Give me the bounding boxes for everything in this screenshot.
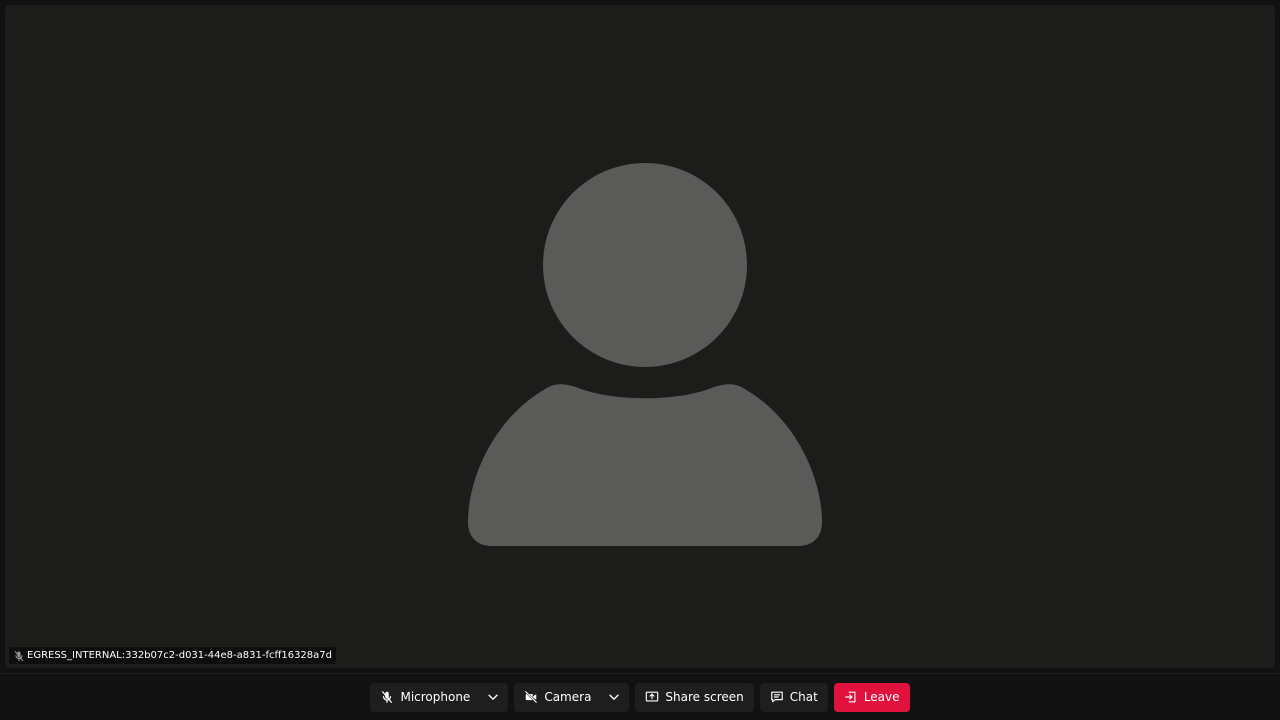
leave-icon [844, 690, 858, 704]
camera-off-icon [524, 690, 538, 704]
camera-label: Camera [544, 690, 592, 704]
control-bar: Microphone Camera Share screen Chat Leav… [0, 673, 1280, 720]
microphone-button[interactable]: Microphone [370, 682, 481, 712]
leave-label: Leave [863, 690, 900, 704]
camera-control-group: Camera [514, 682, 630, 712]
microphone-label: Microphone [400, 690, 471, 704]
person-placeholder-icon [468, 163, 822, 546]
chevron-down-icon [607, 690, 621, 704]
share-screen-button[interactable]: Share screen [635, 682, 754, 712]
chat-label: Chat [789, 690, 818, 704]
camera-device-menu-button[interactable] [601, 682, 630, 712]
mic-muted-icon [380, 690, 394, 704]
participant-identity: EGRESS_INTERNAL:332b07c2-d031-44e8-a831-… [27, 650, 332, 661]
participant-tile: EGRESS_INTERNAL:332b07c2-d031-44e8-a831-… [5, 5, 1275, 668]
participant-name-label: EGRESS_INTERNAL:332b07c2-d031-44e8-a831-… [9, 647, 336, 664]
camera-button[interactable]: Camera [514, 682, 602, 712]
chat-button[interactable]: Chat [759, 682, 828, 712]
microphone-control-group: Microphone [370, 682, 509, 712]
microphone-device-menu-button[interactable] [480, 682, 509, 712]
share-screen-icon [645, 690, 659, 704]
mic-muted-icon [13, 650, 25, 662]
share-screen-label: Share screen [665, 690, 744, 704]
chat-icon [770, 690, 784, 704]
chevron-down-icon [486, 690, 500, 704]
leave-button[interactable]: Leave [833, 682, 910, 712]
video-conference-app: EGRESS_INTERNAL:332b07c2-d031-44e8-a831-… [0, 0, 1280, 720]
